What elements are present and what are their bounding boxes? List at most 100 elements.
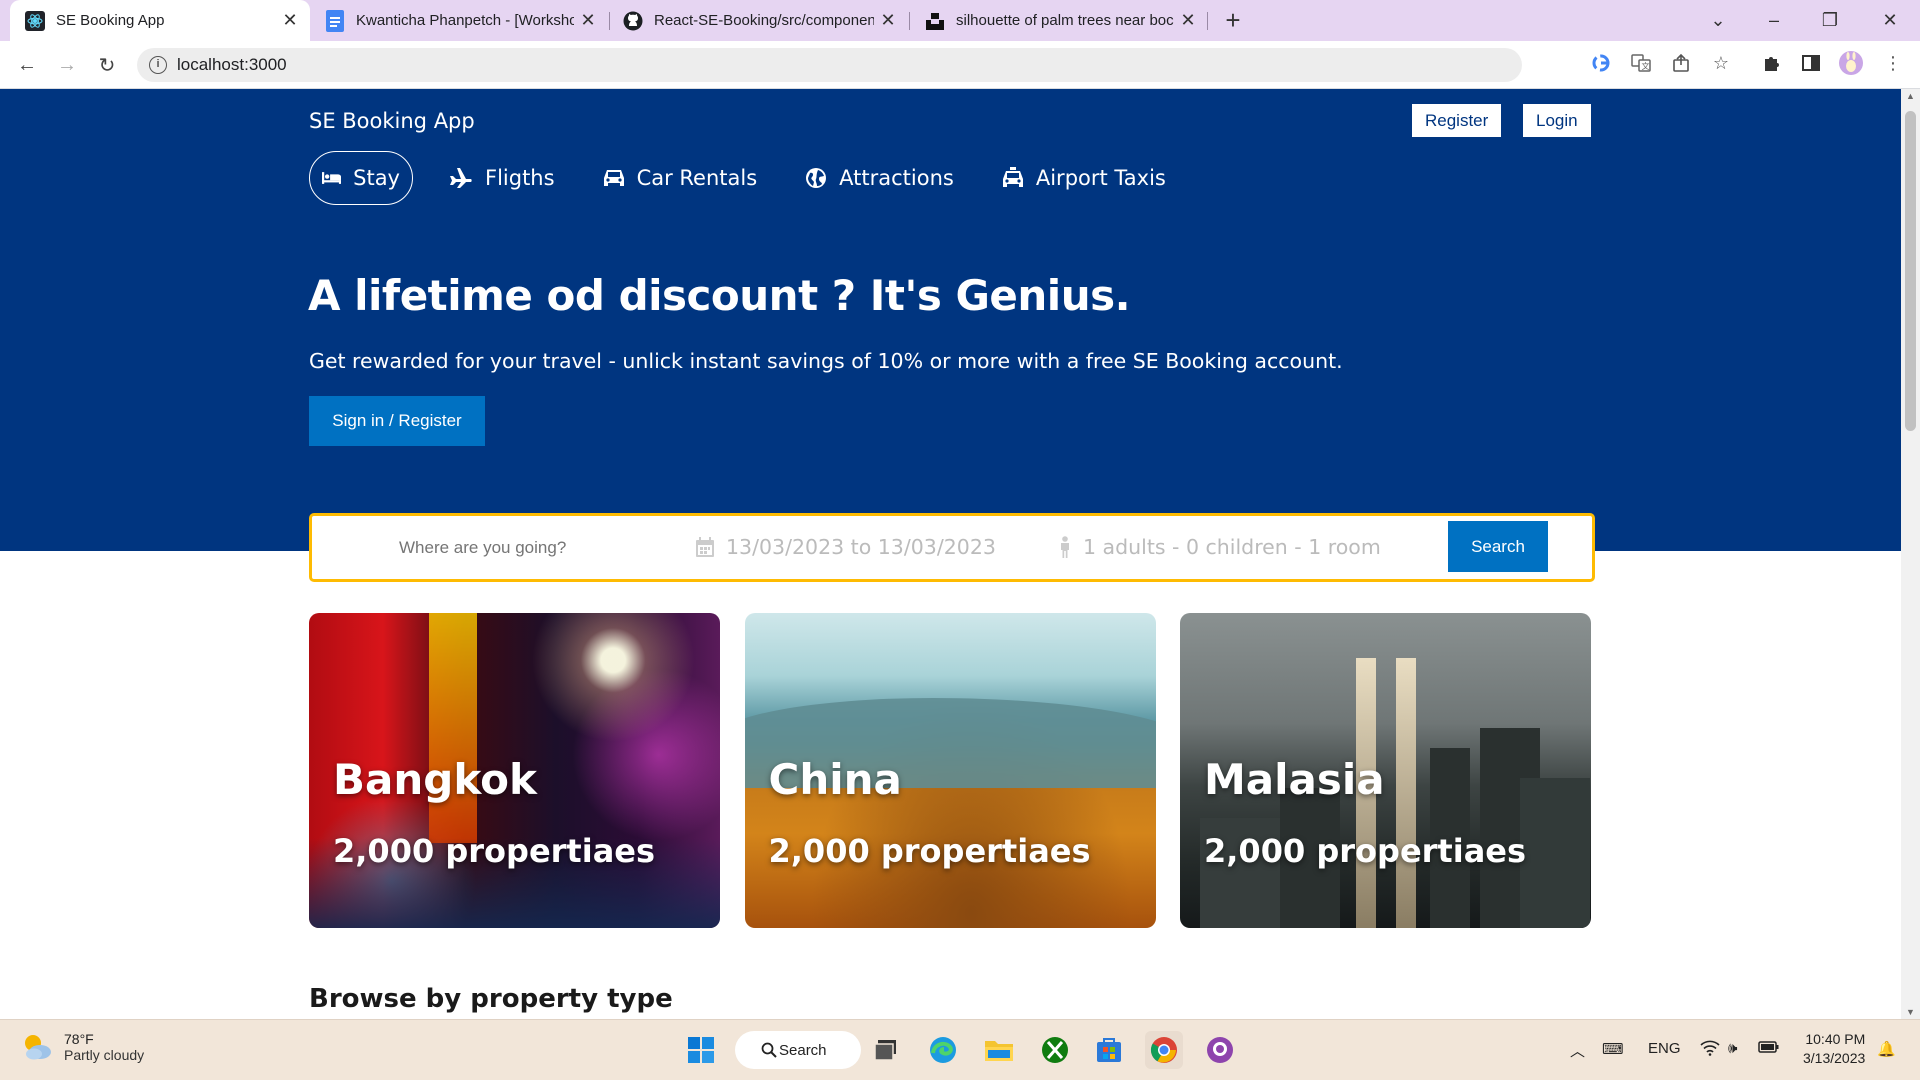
- task-view-icon[interactable]: [868, 1031, 906, 1069]
- restore-button[interactable]: ❐: [1802, 0, 1858, 41]
- keyboard-icon[interactable]: ⌨: [1602, 1040, 1624, 1058]
- tab-unsplash[interactable]: silhouette of palm trees near boc ✕: [910, 0, 1208, 41]
- destination-input[interactable]: [399, 538, 659, 558]
- property-count: 2,000 propertiaes: [1204, 832, 1527, 870]
- featured-card-bangkok[interactable]: Bangkok 2,000 propertiaes: [309, 613, 720, 928]
- close-tab-icon[interactable]: ✕: [280, 10, 300, 30]
- extensions-icon[interactable]: [1757, 49, 1785, 77]
- scrollbar-thumb[interactable]: [1905, 111, 1916, 431]
- tab-separator: [1207, 12, 1208, 30]
- date-range-picker[interactable]: 13/03/2023 to 13/03/2023: [696, 535, 996, 559]
- url-text: localhost:3000: [177, 55, 287, 74]
- url-box[interactable]: i localhost:3000: [137, 48, 1522, 82]
- nav-item-attractions[interactable]: Attractions: [793, 151, 966, 205]
- register-button[interactable]: Register: [1412, 104, 1502, 137]
- scroll-up-icon[interactable]: ▲: [1905, 91, 1916, 101]
- windows-start-icon[interactable]: [682, 1031, 720, 1069]
- calendar-icon: [696, 537, 714, 557]
- nav-item-flights[interactable]: Fligths: [437, 151, 567, 205]
- partly-cloudy-icon: [25, 1035, 51, 1060]
- nav-item-car-rentals[interactable]: Car Rentals: [591, 151, 770, 205]
- bed-icon: [322, 172, 342, 184]
- property-count: 2,000 propertiaes: [768, 832, 1091, 870]
- globe-icon: [806, 168, 827, 188]
- wifi-icon[interactable]: [1700, 1040, 1720, 1060]
- new-tab-button[interactable]: +: [1218, 6, 1248, 36]
- tab-kwanticha[interactable]: Kwanticha Phanpetch - [Worksho ✕: [310, 0, 608, 41]
- bookmark-star-icon[interactable]: ☆: [1707, 49, 1735, 77]
- windows-taskbar: 78°F Partly cloudy Search ︿ ⌨ ENG 🕪 10:4…: [0, 1019, 1920, 1080]
- guest-options-text: 1 adults - 0 children - 1 room: [1083, 535, 1381, 559]
- page-viewport: SE Booking App Register Login Stay Fligt…: [0, 89, 1901, 1019]
- hero-title: A lifetime od discount ? It's Genius.: [308, 271, 1131, 320]
- close-tab-icon[interactable]: ✕: [1178, 10, 1198, 30]
- address-bar: ← → ↻ i localhost:3000 文 ☆ ⋮: [0, 41, 1920, 89]
- share-icon[interactable]: [1667, 49, 1695, 77]
- edge-browser-icon[interactable]: [924, 1031, 962, 1069]
- microsoft-store-icon[interactable]: [1090, 1031, 1128, 1069]
- page-scrollbar[interactable]: ▲ ▼: [1901, 89, 1920, 1019]
- battery-icon[interactable]: [1758, 1040, 1780, 1058]
- back-button[interactable]: ←: [11, 49, 43, 81]
- search-bar: 13/03/2023 to 13/03/2023 1 adults - 0 ch…: [309, 513, 1595, 582]
- side-panel-icon[interactable]: [1797, 49, 1825, 77]
- featured-card-malasia[interactable]: Malasia 2,000 propertiaes: [1180, 613, 1591, 928]
- scroll-down-icon[interactable]: ▼: [1905, 1007, 1916, 1017]
- city-name: Bangkok: [333, 755, 537, 804]
- tab-github[interactable]: React-SE-Booking/src/componen ✕: [610, 0, 908, 41]
- nav-item-airport-taxis[interactable]: Airport Taxis: [990, 151, 1178, 205]
- nav-item-label: Stay: [353, 166, 400, 190]
- tab-title: silhouette of palm trees near boc: [956, 12, 1174, 29]
- tab-title: SE Booking App: [56, 12, 165, 29]
- nav-item-label: Car Rentals: [636, 166, 758, 190]
- nav-item-stay[interactable]: Stay: [309, 151, 413, 205]
- nav-item-label: Fligths: [485, 166, 555, 190]
- chrome-icon[interactable]: [1145, 1031, 1183, 1069]
- taskbar-search[interactable]: Search: [735, 1031, 861, 1069]
- close-tab-icon[interactable]: ✕: [578, 10, 598, 30]
- date-range-text: 13/03/2023 to 13/03/2023: [726, 535, 996, 559]
- github-desktop-icon[interactable]: [1201, 1031, 1239, 1069]
- profile-avatar-icon[interactable]: [1837, 49, 1865, 77]
- login-button[interactable]: Login: [1523, 104, 1591, 137]
- guest-options[interactable]: 1 adults - 0 children - 1 room: [1059, 535, 1381, 559]
- menu-kebab-icon[interactable]: ⋮: [1879, 49, 1907, 77]
- file-explorer-icon[interactable]: [980, 1031, 1018, 1069]
- translate-icon[interactable]: 文: [1627, 49, 1655, 77]
- system-clock[interactable]: 10:40 PM 3/13/2023: [1803, 1030, 1865, 1068]
- clock-time: 10:40 PM: [1805, 1031, 1866, 1047]
- xbox-icon[interactable]: [1036, 1031, 1074, 1069]
- car-icon: [603, 170, 624, 186]
- person-icon: [1061, 536, 1069, 558]
- reload-button[interactable]: ↻: [91, 49, 123, 81]
- unsplash-icon: [924, 10, 946, 32]
- city-name: Malasia: [1204, 755, 1385, 804]
- notifications-icon[interactable]: 🔔: [1877, 1040, 1896, 1058]
- close-tab-icon[interactable]: ✕: [878, 10, 898, 30]
- hero-header: SE Booking App Register Login Stay Fligt…: [0, 89, 1901, 551]
- weather-widget[interactable]: 78°F Partly cloudy: [20, 1030, 144, 1064]
- nav-item-label: Airport Taxis: [1035, 166, 1166, 190]
- plane-icon: [450, 168, 472, 188]
- taxi-icon: [1002, 167, 1023, 187]
- google-icon[interactable]: [1587, 49, 1615, 77]
- volume-icon[interactable]: 🕪: [1728, 1040, 1737, 1057]
- minimize-button[interactable]: –: [1746, 0, 1802, 41]
- weather-condition: Partly cloudy: [64, 1047, 145, 1063]
- search-button[interactable]: Search: [1448, 521, 1548, 572]
- tab-se-booking[interactable]: SE Booking App ✕: [10, 0, 310, 41]
- forward-button[interactable]: →: [51, 49, 83, 81]
- close-window-button[interactable]: ✕: [1862, 0, 1918, 41]
- tab-search-icon[interactable]: ⌄: [1690, 0, 1746, 41]
- property-count: 2,000 propertiaes: [333, 832, 656, 870]
- temperature: 78°F: [64, 1031, 94, 1047]
- sign-in-register-button[interactable]: Sign in / Register: [309, 396, 485, 446]
- category-nav: Stay Fligths Car Rentals Attractions Air…: [309, 151, 1202, 205]
- language-indicator[interactable]: ENG: [1648, 1040, 1681, 1057]
- tab-title: React-SE-Booking/src/componen: [654, 12, 874, 29]
- featured-card-china[interactable]: China 2,000 propertiaes: [744, 613, 1156, 928]
- brand-logo[interactable]: SE Booking App: [309, 109, 475, 133]
- featured-cities: Bangkok 2,000 propertiaes China 2,000 pr…: [309, 613, 1591, 928]
- show-hidden-icons[interactable]: ︿: [1570, 1040, 1585, 1061]
- site-info-icon[interactable]: i: [149, 56, 167, 74]
